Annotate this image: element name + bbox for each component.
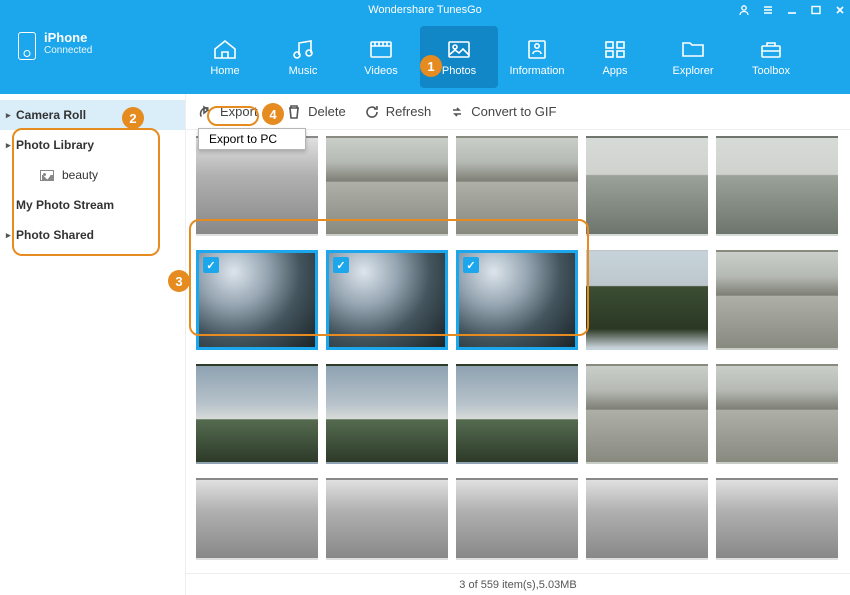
sidebar-item-label: Photo Shared (16, 228, 94, 242)
device-box[interactable]: iPhone Connected (0, 20, 186, 94)
device-name: iPhone (44, 30, 92, 45)
refresh-button[interactable]: Refresh (364, 104, 432, 120)
close-icon[interactable] (834, 4, 846, 16)
photo-thumb[interactable] (456, 478, 578, 560)
status-bar: 3 of 559 item(s),5.03MB (186, 573, 850, 595)
refresh-icon (364, 104, 380, 120)
sidebar-item-photo-shared[interactable]: Photo Shared (0, 220, 185, 250)
toolbar-label: Convert to GIF (471, 104, 556, 119)
photo-thumb[interactable] (586, 250, 708, 350)
photo-thumb[interactable] (326, 250, 448, 350)
nav-explorer[interactable]: Explorer (654, 20, 732, 94)
sidebar-item-label: Photo Library (16, 138, 94, 152)
content-area: Export ▾ Delete Refresh Convert to GIF (186, 94, 850, 595)
toolbar-label: Delete (308, 104, 346, 119)
photo-thumb[interactable] (196, 250, 318, 350)
photo-thumb[interactable] (196, 136, 318, 236)
nav-music[interactable]: Music (264, 20, 342, 94)
phone-icon (18, 32, 36, 60)
title-bar: Wondershare TunesGo (0, 0, 850, 20)
image-icon (40, 170, 54, 181)
music-icon (289, 37, 317, 61)
photo-thumb[interactable] (326, 478, 448, 560)
export-icon (198, 104, 214, 120)
main-nav: Home Music Videos Photos Information App… (186, 20, 850, 94)
sidebar-item-label: beauty (62, 168, 98, 182)
toolbar: Export ▾ Delete Refresh Convert to GIF (186, 94, 850, 130)
photo-thumb[interactable] (456, 136, 578, 236)
toolbox-icon (757, 37, 785, 61)
convert-icon (449, 104, 465, 120)
photo-thumb[interactable] (326, 136, 448, 236)
nav-videos[interactable]: Videos (342, 20, 420, 94)
explorer-icon (679, 37, 707, 61)
export-button[interactable]: Export ▾ (198, 104, 268, 120)
sidebar-item-beauty[interactable]: beauty (0, 160, 185, 190)
convert-gif-button[interactable]: Convert to GIF (449, 104, 556, 120)
photos-icon (445, 37, 473, 61)
photo-thumb[interactable] (456, 250, 578, 350)
photo-thumb[interactable] (586, 364, 708, 464)
photo-thumb[interactable] (196, 364, 318, 464)
nav-home[interactable]: Home (186, 20, 264, 94)
photo-thumb[interactable] (196, 478, 318, 560)
photo-grid-wrap (186, 130, 850, 573)
export-dropdown: Export to PC (198, 128, 306, 150)
checkmark-icon (203, 257, 219, 273)
sidebar-item-my-photo-stream[interactable]: My Photo Stream (0, 190, 185, 220)
sidebar-item-camera-roll[interactable]: Camera Roll (0, 100, 185, 130)
toolbar-label: Refresh (386, 104, 432, 119)
export-to-pc-item[interactable]: Export to PC (199, 129, 305, 149)
nav-toolbox[interactable]: Toolbox (732, 20, 810, 94)
toolbar-label: Export (220, 104, 258, 119)
photo-thumb[interactable] (716, 478, 838, 560)
videos-icon (367, 37, 395, 61)
callout-3: 3 (168, 270, 190, 292)
device-status: Connected (44, 45, 92, 56)
sidebar: Camera Roll Photo Library beauty My Phot… (0, 94, 186, 595)
information-icon (523, 37, 551, 61)
photo-thumb[interactable] (586, 136, 708, 236)
photo-thumb[interactable] (456, 364, 578, 464)
menu-icon[interactable] (762, 4, 774, 16)
window-controls (738, 0, 846, 20)
app-title: Wondershare TunesGo (368, 4, 482, 16)
checkmark-icon (333, 257, 349, 273)
photo-thumb[interactable] (716, 136, 838, 236)
status-text: 3 of 559 item(s),5.03MB (459, 579, 576, 591)
delete-button[interactable]: Delete (286, 104, 346, 120)
photo-thumb[interactable] (326, 364, 448, 464)
nav-information[interactable]: Information (498, 20, 576, 94)
photo-grid (190, 134, 850, 573)
callout-2: 2 (122, 107, 144, 129)
apps-icon (601, 37, 629, 61)
user-icon[interactable] (738, 4, 750, 16)
photo-thumb[interactable] (716, 250, 838, 350)
checkmark-icon (463, 257, 479, 273)
sidebar-item-label: My Photo Stream (16, 198, 114, 212)
nav-apps[interactable]: Apps (576, 20, 654, 94)
sidebar-item-photo-library[interactable]: Photo Library (0, 130, 185, 160)
callout-1: 1 (420, 55, 442, 77)
minimize-icon[interactable] (786, 4, 798, 16)
trash-icon (286, 104, 302, 120)
photo-thumb[interactable] (716, 364, 838, 464)
home-icon (211, 37, 239, 61)
sidebar-item-label: Camera Roll (16, 108, 86, 122)
callout-4: 4 (262, 103, 284, 125)
maximize-icon[interactable] (810, 4, 822, 16)
photo-thumb[interactable] (586, 478, 708, 560)
